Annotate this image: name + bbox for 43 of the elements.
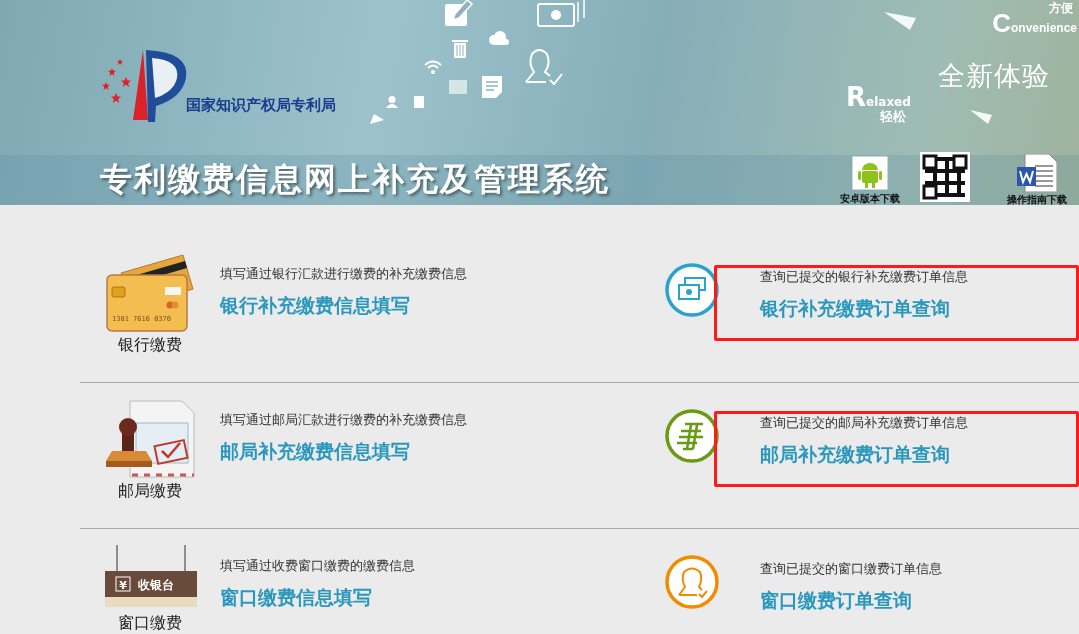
paper-plane-icon xyxy=(370,114,384,124)
user-check-icon xyxy=(665,555,719,609)
description-text: 查询已提交的邮局补充缴费订单信息 xyxy=(760,414,969,432)
description-text: 查询已提交的窗口缴费订单信息 xyxy=(760,560,943,578)
slogan-text: 轻松 xyxy=(880,108,906,126)
wifi-icon xyxy=(424,60,442,74)
download-label[interactable]: 操作指南下载 xyxy=(1007,193,1067,205)
word-document-icon xyxy=(1017,154,1057,192)
paper-plane-icon xyxy=(884,10,916,30)
tagline: 全新体验 xyxy=(938,59,1050,93)
paper-plane-icon xyxy=(970,110,992,124)
sign-text: ¥ xyxy=(119,578,127,592)
document-icon xyxy=(482,76,502,98)
trash-icon xyxy=(452,38,468,58)
query-link[interactable]: 窗口缴费订单查询 xyxy=(760,588,912,614)
postal-logo-icon xyxy=(665,409,719,463)
description-text: 填写通过收费窗口缴费的缴费信息 xyxy=(220,557,416,575)
user-icon xyxy=(386,96,398,108)
system-title: 专利缴费信息网上补充及管理系统 xyxy=(100,159,610,200)
credit-card-icon xyxy=(106,254,194,332)
download-label[interactable]: 安卓版本下载 xyxy=(840,192,900,205)
fill-in-link[interactable]: 邮局补充缴费信息填写 xyxy=(220,439,410,465)
payment-method-label: 银行缴费 xyxy=(118,335,182,356)
fill-in-link[interactable]: 银行补充缴费信息填写 xyxy=(220,293,410,319)
query-link[interactable]: 银行补充缴费订单查询 xyxy=(760,296,950,322)
android-icon xyxy=(852,156,888,190)
cloud-icon xyxy=(488,30,510,46)
cashier-sign-icon xyxy=(105,545,197,607)
banknote-icon xyxy=(665,263,719,317)
pencil-icon xyxy=(443,0,473,28)
qr-code-icon xyxy=(920,152,970,202)
description-text: 填写通过银行汇款进行缴费的补充缴费信息 xyxy=(220,265,468,283)
description-text: 查询已提交的银行补充缴费订单信息 xyxy=(760,268,969,286)
description-text: 填写通过邮局汇款进行缴费的补充缴费信息 xyxy=(220,411,468,429)
sign-text: 收银台 xyxy=(138,578,174,592)
box-icon xyxy=(449,80,467,94)
user-check-icon xyxy=(522,46,564,86)
agency-name: 国家知识产权局专利局 xyxy=(186,96,336,115)
payment-method-label: 窗口缴费 xyxy=(118,613,182,634)
payment-method-label: 邮局缴费 xyxy=(118,481,182,502)
fill-in-link[interactable]: 窗口缴费信息填写 xyxy=(220,585,372,611)
query-link[interactable]: 邮局补充缴费订单查询 xyxy=(760,442,950,468)
document-icon xyxy=(414,96,424,108)
